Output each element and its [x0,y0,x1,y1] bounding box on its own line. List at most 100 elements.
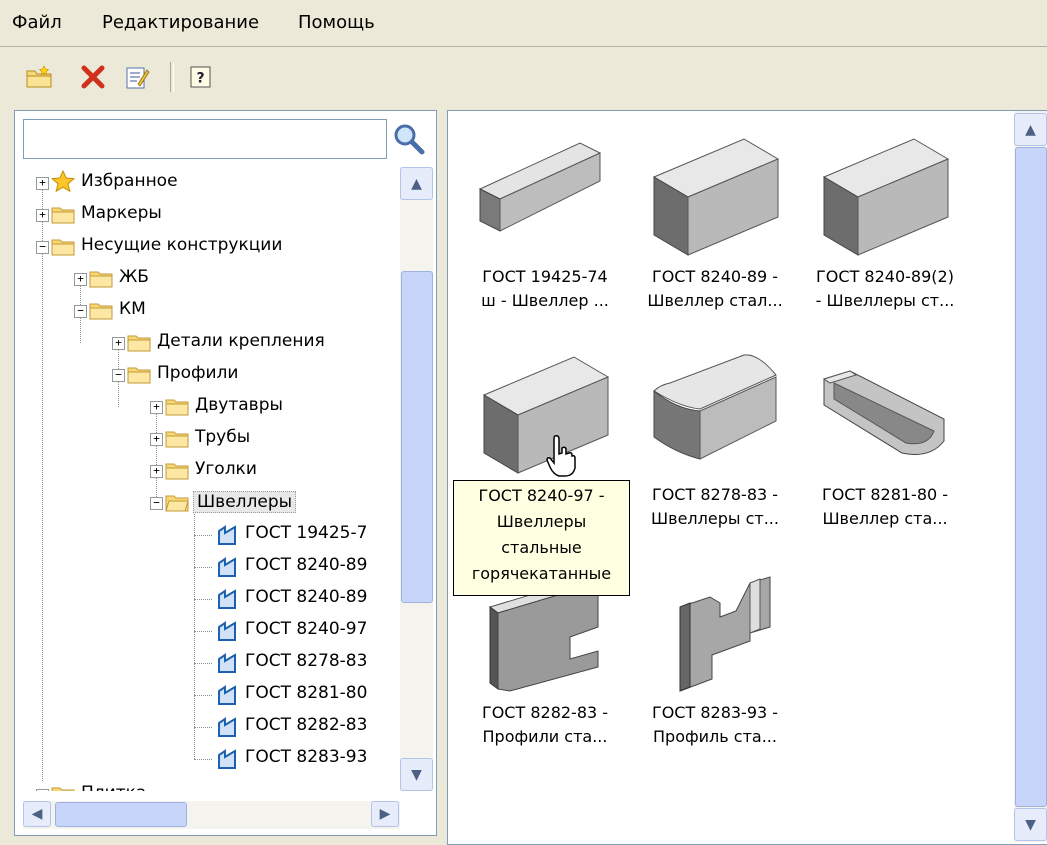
edit-icon [126,67,150,89]
folder-icon [165,431,189,448]
delete-button[interactable] [76,60,110,94]
expand-icon[interactable]: + [150,465,163,478]
arrow-left-icon: ◀ [31,806,43,822]
tree-item-truby[interactable]: + Трубы [137,423,400,455]
gallery-item[interactable]: ГОСТ 8281-80 - Швеллер ста... [800,339,970,539]
part-icon [218,621,236,641]
part-icon [218,717,236,737]
tree-item-km[interactable]: − КМ [61,295,400,327]
menu-help[interactable]: Помощь [298,12,375,33]
gallery-item[interactable]: ГОСТ 8240-89 - Швеллер стал... [630,121,800,321]
tree-horizontal-scrollbar[interactable]: ◀ ▶ [23,801,400,829]
tree-item-gost-8283-93[interactable]: ГОСТ 8283-93 [175,743,400,775]
expand-icon[interactable]: + [150,433,163,446]
tree-item-gost-8282-83[interactable]: ГОСТ 8282-83 [175,711,400,743]
channel-profile-thumbnail [652,138,780,256]
delete-icon [81,65,105,89]
gallery-panel: ГОСТ 19425-74 ш - Швеллер ... ГОСТ 8240-8… [447,110,1047,845]
expand-icon[interactable]: + [36,789,49,791]
tree-item-gost-8240-89-2[interactable]: ГОСТ 8240-89 [175,583,400,615]
channel-profile-thumbnail [653,354,777,460]
expand-icon[interactable]: + [150,401,163,414]
arrow-up-icon: ▲ [411,175,422,192]
tree-panel: + Избранное + Маркеры − Несущие конструк… [14,110,437,836]
tree-item-markery[interactable]: + Маркеры [23,199,400,231]
gallery-vertical-scrollbar[interactable]: ▲ ▼ [1014,111,1047,842]
scroll-down-button[interactable]: ▼ [1014,808,1047,841]
menu-file[interactable]: Файл [12,12,62,33]
horizontal-scroll-thumb[interactable] [55,802,187,827]
channel-profile-thumbnail [822,138,950,256]
collapse-icon[interactable]: − [150,497,163,510]
folder-icon [51,207,75,224]
tree-item-gost-19425[interactable]: ГОСТ 19425-7 [175,519,400,551]
folder-icon [127,335,151,352]
help-button[interactable]: ? [184,60,218,94]
collapse-icon[interactable]: − [112,369,125,382]
tree-item-ugolki[interactable]: + Уголки [137,455,400,487]
new-folder-button[interactable] [22,60,56,94]
folder-icon [165,463,189,480]
expand-icon[interactable]: + [36,177,49,190]
gallery-item[interactable]: ГОСТ 8283-93 - Профиль ста... [630,557,800,757]
tree-view: + Избранное + Маркеры − Несущие конструк… [23,167,400,791]
hand-cursor-icon [546,435,576,477]
scroll-down-button[interactable]: ▼ [400,758,433,791]
tree-item-dvutavry[interactable]: + Двутавры [137,391,400,423]
collapse-icon[interactable]: − [74,305,87,318]
folder-icon [89,271,113,288]
tree-item-gost-8278-83[interactable]: ГОСТ 8278-83 [175,647,400,679]
expand-icon[interactable]: + [112,337,125,350]
tree-item-plitka[interactable]: + Плитка [23,779,400,791]
scroll-right-button[interactable]: ▶ [371,801,399,827]
folder-icon [51,787,75,791]
gallery-item[interactable]: ГОСТ 8240-89(2) - Швеллеры ст... [800,121,970,321]
scroll-up-button[interactable]: ▲ [400,167,433,200]
folder-icon [89,303,113,320]
scroll-thumb[interactable] [401,271,433,603]
folder-icon [165,399,189,416]
tooltip: ГОСТ 8240-97 - Швеллеры стальные горячек… [453,480,630,596]
folder-icon [51,239,75,256]
expand-icon[interactable]: + [74,273,87,286]
toolbar-separator [170,62,174,92]
collapse-icon[interactable]: − [36,241,49,254]
part-icon [218,525,236,545]
tree-item-detali-krepleniya[interactable]: + Детали крепления [99,327,400,359]
tree-item-zhb[interactable]: + ЖБ [61,263,400,295]
tree-vertical-scrollbar[interactable]: ▲ ▼ [400,167,433,791]
tree-item-nesushchie[interactable]: − Несущие конструкции [23,231,400,263]
tree-item-shvellery[interactable]: − Швеллеры [137,487,400,519]
edit-button[interactable] [120,60,154,94]
menu-edit[interactable]: Редактирование [102,12,259,33]
tree-item-gost-8281-80[interactable]: ГОСТ 8281-80 [175,679,400,711]
folder-open-icon [165,495,189,512]
arrow-down-icon: ▼ [1025,816,1036,833]
channel-profile-thumbnail [822,370,945,455]
arrow-right-icon: ▶ [379,806,391,822]
search-input[interactable] [23,119,387,159]
expand-icon[interactable]: + [36,209,49,222]
gallery-item[interactable]: ГОСТ 8278-83 - Швеллеры ст... [630,339,800,539]
new-folder-icon [26,65,52,88]
star-icon [51,170,75,193]
profile-thumbnail [679,576,771,692]
channel-profile-thumbnail [478,142,602,232]
part-icon [218,589,236,609]
help-icon: ? [190,66,211,88]
toolbar: ? [0,52,1047,102]
svg-text:?: ? [196,71,204,87]
tree-item-izbrannoe[interactable]: + Избранное [23,167,400,199]
part-icon [218,653,236,673]
scroll-left-button[interactable]: ◀ [23,801,51,827]
tree-item-gost-8240-89[interactable]: ГОСТ 8240-89 [175,551,400,583]
arrow-up-icon: ▲ [1025,121,1036,138]
tree-item-gost-8240-97[interactable]: ГОСТ 8240-97 [175,615,400,647]
search-button[interactable] [391,121,427,157]
tree-item-profili[interactable]: − Профили [99,359,400,391]
search-icon [394,124,425,155]
gallery-item[interactable]: ГОСТ 19425-74 ш - Швеллер ... [460,121,630,321]
scroll-thumb[interactable] [1015,147,1047,807]
scroll-up-button[interactable]: ▲ [1014,113,1047,146]
part-icon [218,557,236,577]
